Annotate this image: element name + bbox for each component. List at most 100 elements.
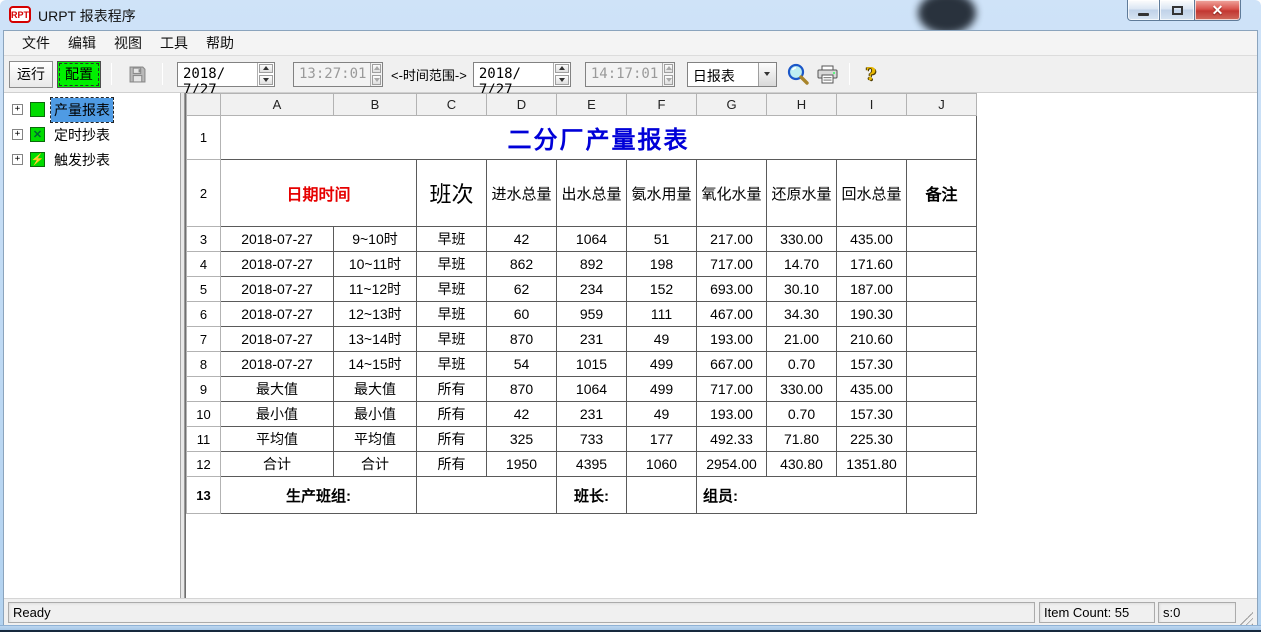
cell[interactable]: 最小值 [334,402,417,427]
cell[interactable]: 2018-07-27 [221,352,334,377]
cell[interactable]: 最大值 [334,377,417,402]
help-icon[interactable]: ? [860,63,882,85]
cell[interactable]: 所有 [417,452,487,477]
cell[interactable]: 2018-07-27 [221,227,334,252]
cell[interactable]: 早班 [417,327,487,352]
expand-icon[interactable]: + [12,129,23,140]
menu-file[interactable]: 文件 [13,31,59,55]
cell[interactable] [907,252,977,277]
cell[interactable]: 30.10 [767,277,837,302]
cell[interactable]: 717.00 [697,252,767,277]
cell[interactable]: 1950 [487,452,557,477]
cell[interactable]: 231 [557,327,627,352]
cell[interactable]: 217.00 [697,227,767,252]
cell[interactable]: 210.60 [837,327,907,352]
menu-edit[interactable]: 编辑 [59,31,105,55]
print-icon[interactable] [817,63,839,85]
cell[interactable]: 717.00 [697,377,767,402]
cell[interactable]: 435.00 [837,377,907,402]
cell[interactable]: 合计 [221,452,334,477]
cell[interactable]: 492.33 [697,427,767,452]
cell[interactable]: 157.30 [837,402,907,427]
cell[interactable]: 平均值 [334,427,417,452]
cell[interactable]: 870 [487,377,557,402]
run-button[interactable]: 运行 [9,61,53,88]
cell[interactable] [907,227,977,252]
tree-item-label[interactable]: 触发抄表 [51,148,113,172]
cell[interactable]: 693.00 [697,277,767,302]
end-date-spinner[interactable] [553,63,570,86]
cell[interactable]: 51 [627,227,697,252]
cell[interactable] [907,377,977,402]
cell[interactable]: 21.00 [767,327,837,352]
cell[interactable]: 225.30 [837,427,907,452]
cell[interactable]: 231 [557,402,627,427]
cell[interactable]: 177 [627,427,697,452]
cell[interactable]: 892 [557,252,627,277]
maximize-button[interactable] [1160,0,1194,21]
cell[interactable] [907,352,977,377]
cell[interactable]: 187.00 [837,277,907,302]
expand-icon[interactable]: + [12,104,23,115]
cell[interactable]: 早班 [417,252,487,277]
cell[interactable]: 1064 [557,377,627,402]
cell[interactable]: 862 [487,252,557,277]
cell[interactable]: 早班 [417,302,487,327]
resize-grip[interactable] [1239,612,1253,626]
cell[interactable] [907,427,977,452]
cell[interactable]: 60 [487,302,557,327]
cell[interactable]: 62 [487,277,557,302]
cell[interactable]: 0.70 [767,352,837,377]
end-date-input[interactable]: 2018/ 7/27 [473,62,571,87]
tree-item-trigger-meter[interactable]: + ⚡ 触发抄表 [4,147,180,172]
cell[interactable]: 171.60 [837,252,907,277]
cell[interactable]: 14~15时 [334,352,417,377]
cell[interactable] [907,302,977,327]
cell[interactable]: 1060 [627,452,697,477]
tree-item-production-report[interactable]: + 产量报表 [4,97,180,122]
cell[interactable]: 2018-07-27 [221,327,334,352]
cell[interactable] [627,477,697,514]
cell[interactable]: 2018-07-27 [221,277,334,302]
cell[interactable]: 157.30 [837,352,907,377]
tree-item-scheduled-meter[interactable]: + ✕ 定时抄表 [4,122,180,147]
start-date-input[interactable]: 2018/ 7/27 [177,62,275,87]
cell[interactable]: 152 [627,277,697,302]
cell[interactable] [907,402,977,427]
cell[interactable]: 9~10时 [334,227,417,252]
report-type-select[interactable]: 日报表 [687,62,777,87]
cell[interactable]: 34.30 [767,302,837,327]
cell[interactable]: 最小值 [221,402,334,427]
cell[interactable]: 4395 [557,452,627,477]
cell[interactable] [907,452,977,477]
cell[interactable]: 所有 [417,402,487,427]
cell[interactable]: 14.70 [767,252,837,277]
cell[interactable]: 2018-07-27 [221,302,334,327]
cell[interactable]: 54 [487,352,557,377]
cell[interactable]: 733 [557,427,627,452]
cell[interactable]: 13~14时 [334,327,417,352]
cell[interactable]: 平均值 [221,427,334,452]
cell[interactable]: 10~11时 [334,252,417,277]
cell[interactable]: 11~12时 [334,277,417,302]
chevron-down-icon[interactable] [758,63,776,86]
cell[interactable] [907,327,977,352]
tree-item-label[interactable]: 定时抄表 [51,123,113,147]
cell[interactable]: 49 [627,402,697,427]
cell[interactable]: 193.00 [697,327,767,352]
tree-item-label[interactable]: 产量报表 [51,98,113,122]
cell[interactable]: 234 [557,277,627,302]
cell[interactable]: 合计 [334,452,417,477]
cell[interactable]: 330.00 [767,227,837,252]
cell[interactable]: 111 [627,302,697,327]
expand-icon[interactable]: + [12,154,23,165]
cell[interactable]: 所有 [417,377,487,402]
cell[interactable]: 42 [487,402,557,427]
search-icon[interactable] [787,63,809,85]
cell[interactable]: 0.70 [767,402,837,427]
cell[interactable]: 1351.80 [837,452,907,477]
cell[interactable]: 12~13时 [334,302,417,327]
cell[interactable]: 467.00 [697,302,767,327]
cell[interactable]: 71.80 [767,427,837,452]
cell[interactable]: 435.00 [837,227,907,252]
